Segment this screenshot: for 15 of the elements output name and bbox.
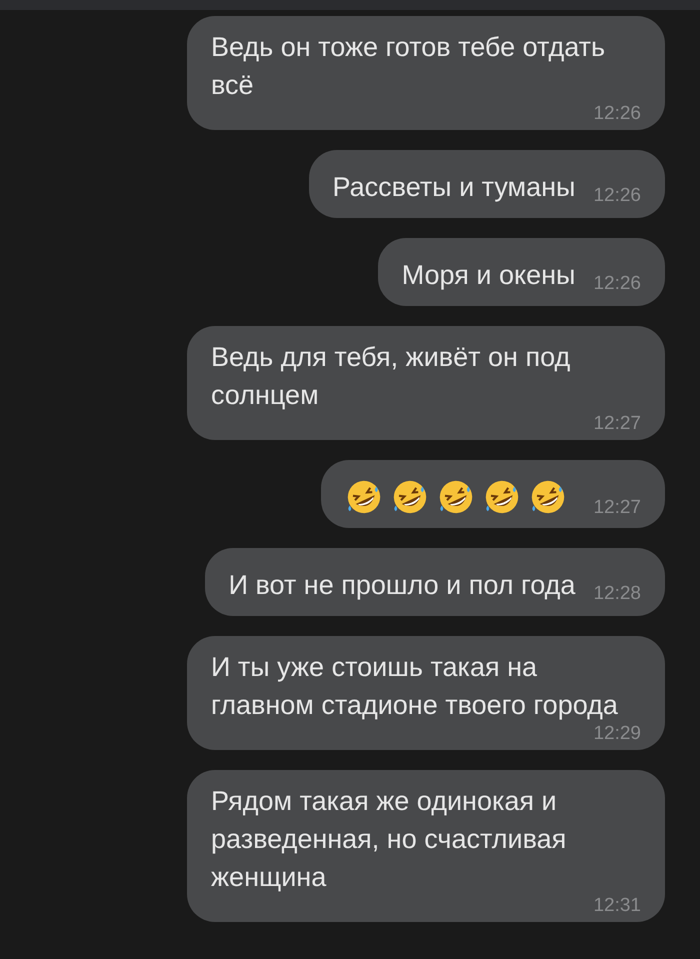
message-time: 12:31 bbox=[592, 896, 641, 916]
message-text: Рядом такая же одинокая и разведенная, но счастливая женщина bbox=[211, 785, 568, 894]
message-time: 12:27 bbox=[592, 498, 641, 518]
message-text: Ведь для тебя, живёт он под солнцем bbox=[211, 341, 572, 412]
message-time: 12:27 bbox=[592, 414, 641, 434]
message-text: И вот не прошло и пол года bbox=[228, 569, 576, 602]
message-time: 12:26 bbox=[592, 186, 641, 206]
message-text: Ведь он тоже готов тебе отдать всё bbox=[211, 31, 606, 102]
message-time: 12:28 bbox=[592, 584, 641, 604]
message-text: Рассветы и туманы bbox=[332, 171, 576, 204]
message-text: И ты уже стоишь такая на главном стадионе твоего города bbox=[211, 651, 619, 722]
message-time: 12:29 bbox=[592, 724, 641, 744]
message-time: 12:26 bbox=[592, 104, 641, 124]
message-text: Моря и окены bbox=[402, 259, 576, 292]
message-time: 12:26 bbox=[592, 274, 641, 294]
